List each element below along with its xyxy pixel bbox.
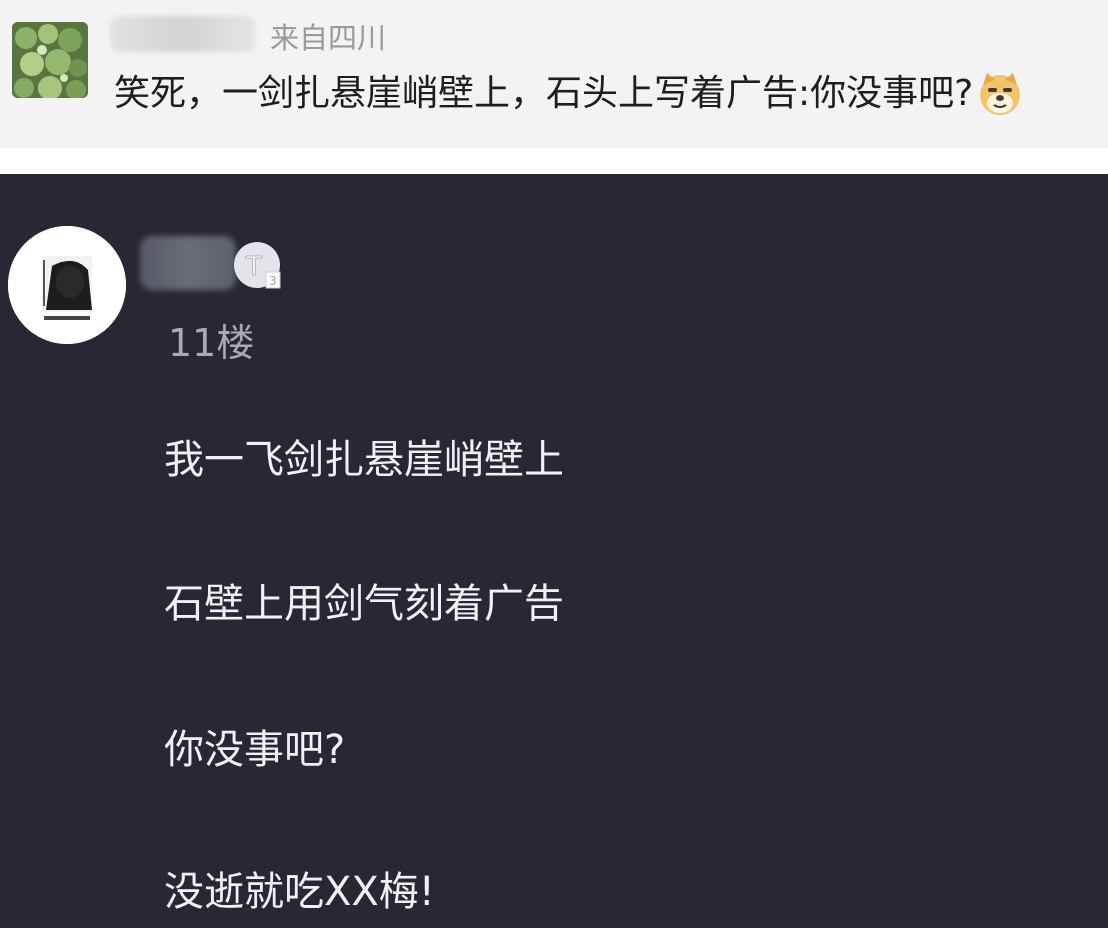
- screenshot-page: 来自四川 笑死，一剑扎悬崖峭壁上，石头上写着广告:你没事吧? T 3 11楼 我…: [0, 0, 1108, 928]
- top-comment-card: 来自四川 笑死，一剑扎悬崖峭壁上，石头上写着广告:你没事吧?: [0, 0, 1108, 148]
- post-text-line: 没逝就吃XX梅!: [164, 869, 435, 915]
- post-card: T 3 11楼 我一飞剑扎悬崖峭壁上 石壁上用剑气刻着广告 你没事吧? 没逝就吃…: [0, 174, 1108, 928]
- floor-number: 11楼: [168, 321, 255, 365]
- user-level-badge-icon: T 3: [234, 242, 281, 289]
- top-comment-username-blurred[interactable]: [110, 16, 256, 52]
- post-text-line: 你没事吧?: [164, 727, 346, 773]
- svg-text:T: T: [245, 252, 262, 282]
- post-author-username-blurred[interactable]: [140, 236, 236, 290]
- svg-text:3: 3: [269, 274, 277, 288]
- top-comment-location: 来自四川: [270, 21, 387, 55]
- doge-face-icon: [980, 73, 1021, 115]
- top-comment-body: 笑死，一剑扎悬崖峭壁上，石头上写着广告:你没事吧?: [114, 70, 1023, 118]
- post-text-line: 我一飞剑扎悬崖峭壁上: [164, 437, 564, 483]
- top-comment-avatar[interactable]: [12, 22, 88, 98]
- post-author-avatar[interactable]: [8, 226, 126, 344]
- post-text-line: 石壁上用剑气刻着广告: [164, 581, 564, 627]
- top-comment-text: 笑死，一剑扎悬崖峭壁上，石头上写着广告:你没事吧?: [114, 73, 974, 114]
